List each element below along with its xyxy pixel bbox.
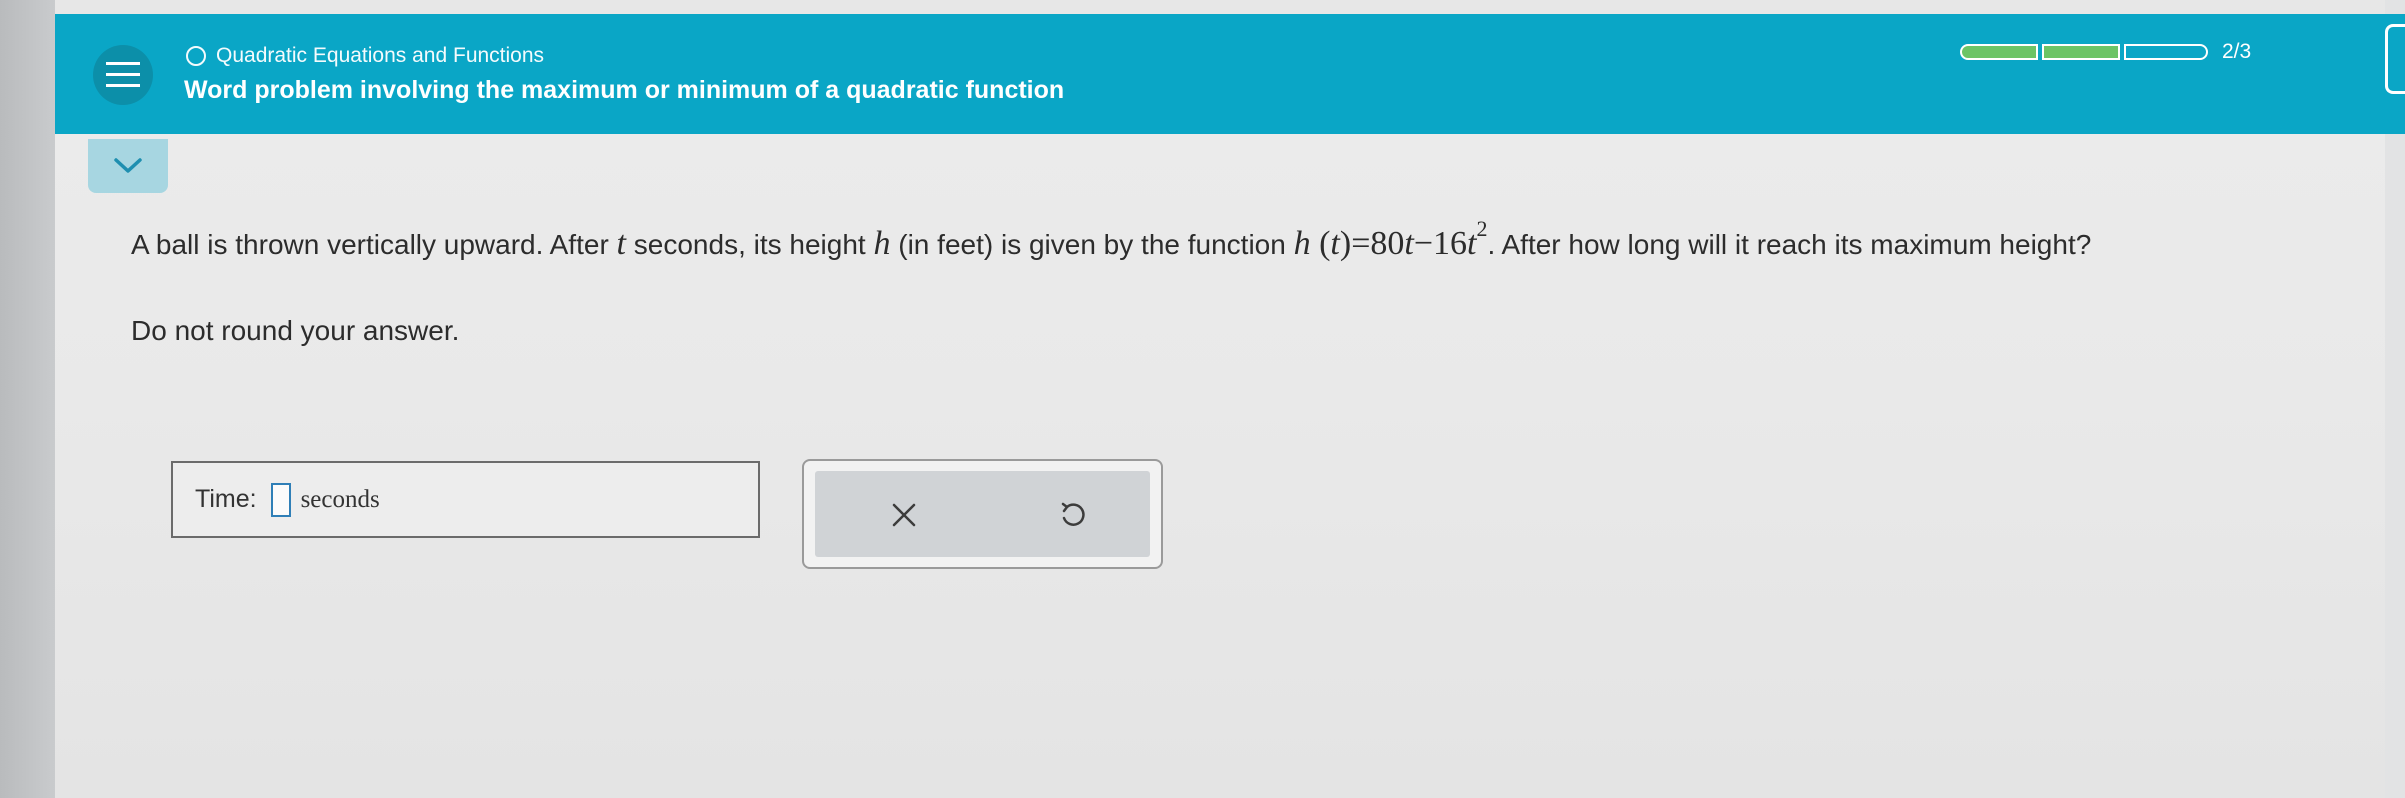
topic-circle-icon [186,46,206,66]
action-buttons [815,471,1150,557]
fn-eq: =80 [1351,225,1405,262]
progress-count: 2/3 [2222,40,2252,63]
fn-paren-close: ) [1339,225,1352,262]
fn-minus: − [1413,225,1434,262]
progress-bar [1960,44,2212,60]
breadcrumb-topic: Quadratic Equations and Functions [216,44,545,67]
undo-icon [1061,502,1085,526]
action-panel [802,459,1163,569]
menu-button[interactable] [93,45,153,105]
left-gutter [0,0,55,798]
hamburger-icon [106,62,140,87]
chevron-down-icon [114,158,142,173]
answer-label: Time: [195,485,257,513]
fn-paren-open: ( [1310,225,1331,262]
question-text: A ball is thrown vertically upward. Afte… [131,202,2351,272]
question-text-2: seconds, its height [626,229,874,260]
question-text-3: (in feet) is given by the function [890,229,1294,260]
answer-box: Time: seconds [171,461,760,538]
answer-unit: seconds [300,485,380,513]
clear-button[interactable] [882,493,926,537]
breadcrumb: Quadratic Equations and Functions [186,41,544,71]
fn-16: 16 [1433,225,1468,262]
time-input[interactable] [270,482,291,517]
header-side-panel-tab[interactable] [2385,24,2405,94]
fn-exponent: 2 [1476,216,1488,241]
fn-t: t [1330,225,1340,262]
fn-t2: t [1404,225,1414,262]
fn-h: h [1293,225,1311,262]
function-expression: h (t)=80t−16t2 [1294,216,1488,262]
var-h: h [873,225,891,262]
var-t: t [616,225,626,262]
collapse-toggle[interactable] [88,139,168,193]
page-title: Word problem involving the maximum or mi… [184,76,1065,104]
top-strip [55,0,2385,14]
topic-header [55,14,2405,134]
instruction-text: Do not round your answer. [131,315,460,346]
x-icon [892,503,916,527]
progress-segment-2 [2042,44,2120,60]
question-text-1: A ball is thrown vertically upward. Afte… [131,229,617,260]
progress-segment-1 [1960,44,2038,60]
question-text-4: . After how long will it reach its maxim… [1487,229,2092,260]
progress-segment-3 [2124,44,2208,60]
undo-button[interactable] [1051,493,1095,537]
